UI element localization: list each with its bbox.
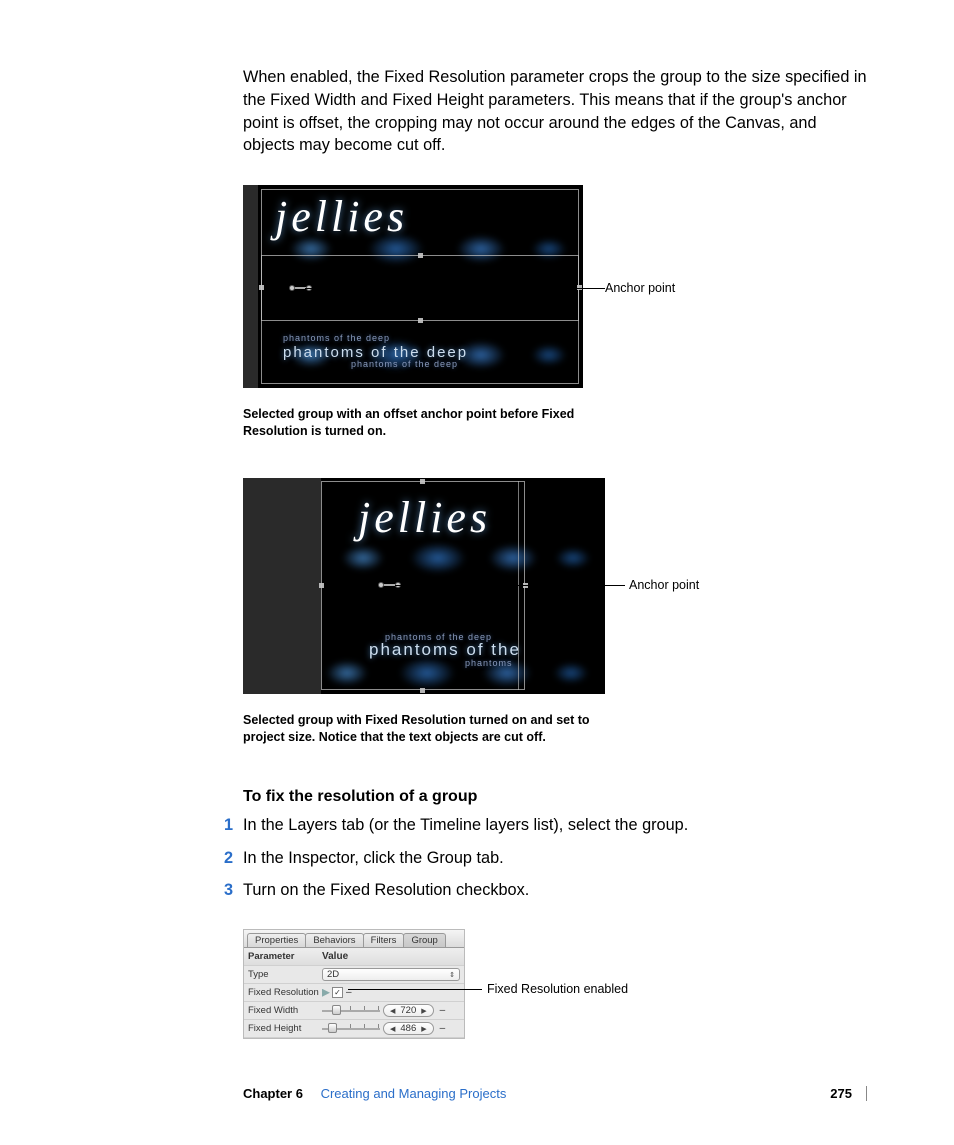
chevron-left-icon[interactable]: ◀ bbox=[390, 1007, 395, 1015]
figure-1: jellies phantoms of the deep phantoms of… bbox=[243, 185, 583, 388]
fixed-width-slider[interactable] bbox=[322, 1006, 380, 1016]
menu-dash-icon[interactable]: – bbox=[437, 1005, 446, 1016]
chapter-label: Chapter 6 bbox=[243, 1086, 303, 1101]
step-number: 3 bbox=[219, 879, 233, 902]
figure-1-callout: Anchor point bbox=[605, 281, 675, 295]
fixed-height-stepper[interactable]: ◀ 486 ▶ bbox=[383, 1022, 434, 1035]
figure-1-wrap: jellies phantoms of the deep phantoms of… bbox=[243, 185, 867, 388]
type-value: 2D bbox=[327, 969, 339, 980]
menu-dash-icon[interactable]: – bbox=[437, 1023, 446, 1034]
tab-behaviors[interactable]: Behaviors bbox=[305, 933, 363, 947]
page-number: 275 bbox=[830, 1086, 852, 1101]
chevron-left-icon[interactable]: ◀ bbox=[390, 1025, 395, 1033]
fixed-height-slider[interactable] bbox=[322, 1024, 380, 1034]
body-paragraph: When enabled, the Fixed Resolution param… bbox=[243, 66, 867, 157]
step-text: In the Layers tab (or the Timeline layer… bbox=[243, 814, 688, 837]
procedure-heading: To fix the resolution of a group bbox=[243, 788, 867, 806]
label-fixed-resolution: Fixed Resolution bbox=[248, 987, 322, 998]
step-2: 2 In the Inspector, click the Group tab. bbox=[243, 847, 867, 870]
tab-filters[interactable]: Filters bbox=[363, 933, 405, 947]
figure-2-callout: Anchor point bbox=[629, 578, 699, 592]
tab-properties[interactable]: Properties bbox=[247, 933, 306, 947]
step-number: 2 bbox=[219, 847, 233, 870]
disclosure-triangle-icon[interactable] bbox=[322, 989, 330, 997]
fixed-width-stepper[interactable]: ◀ 720 ▶ bbox=[383, 1004, 434, 1017]
tab-group[interactable]: Group bbox=[403, 933, 445, 947]
step-3: 3 Turn on the Fixed Resolution checkbox. bbox=[243, 879, 867, 902]
inspector-callout: Fixed Resolution enabled bbox=[487, 982, 628, 996]
inspector-header-row: Parameter Value bbox=[244, 948, 464, 966]
step-number: 1 bbox=[219, 814, 233, 837]
page-footer: Chapter 6 Creating and Managing Projects… bbox=[243, 1086, 867, 1101]
figure-2-wrap: jellies phantoms of the deep phantoms of… bbox=[243, 478, 867, 694]
figure-2-caption: Selected group with Fixed Resolution tur… bbox=[243, 712, 603, 746]
chevron-right-icon[interactable]: ▶ bbox=[421, 1007, 426, 1015]
row-type: Type 2D ⇕ bbox=[244, 966, 464, 984]
type-dropdown[interactable]: 2D ⇕ bbox=[322, 968, 460, 981]
header-parameter: Parameter bbox=[248, 951, 322, 962]
figure-1-caption: Selected group with an offset anchor poi… bbox=[243, 406, 583, 440]
inspector-tabs: Properties Behaviors Filters Group bbox=[244, 930, 464, 948]
inspector-figure-wrap: Properties Behaviors Filters Group Param… bbox=[243, 929, 867, 1039]
step-1: 1 In the Layers tab (or the Timeline lay… bbox=[243, 814, 867, 837]
chevron-updown-icon: ⇕ bbox=[449, 971, 455, 979]
row-fixed-width: Fixed Width ◀ 720 ▶ – bbox=[244, 1002, 464, 1020]
fixed-width-value: 720 bbox=[400, 1005, 416, 1016]
label-type: Type bbox=[248, 969, 322, 980]
fixed-resolution-checkbox[interactable]: ✓ bbox=[332, 987, 343, 998]
label-fixed-height: Fixed Height bbox=[248, 1023, 322, 1034]
step-text: Turn on the Fixed Resolution checkbox. bbox=[243, 879, 529, 902]
fixed-height-value: 486 bbox=[400, 1023, 416, 1034]
row-fixed-height: Fixed Height ◀ 486 ▶ – bbox=[244, 1020, 464, 1038]
step-text: In the Inspector, click the Group tab. bbox=[243, 847, 504, 870]
header-value: Value bbox=[322, 951, 460, 962]
chapter-title: Creating and Managing Projects bbox=[321, 1086, 507, 1101]
inspector-panel: Properties Behaviors Filters Group Param… bbox=[243, 929, 465, 1039]
steps-list: 1 In the Layers tab (or the Timeline lay… bbox=[243, 814, 867, 902]
chevron-right-icon[interactable]: ▶ bbox=[421, 1025, 426, 1033]
row-fixed-resolution: Fixed Resolution ✓ – bbox=[244, 984, 464, 1002]
label-fixed-width: Fixed Width bbox=[248, 1005, 322, 1016]
figure-2: jellies phantoms of the deep phantoms of… bbox=[243, 478, 605, 694]
